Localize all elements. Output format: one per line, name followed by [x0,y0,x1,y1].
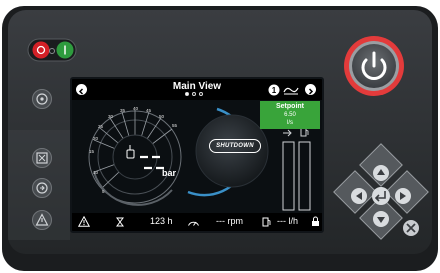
setpoint-box[interactable]: Setpoint 6.50 l/s [260,101,320,129]
hourglass-icon [116,217,124,227]
menu-button[interactable] [32,89,52,109]
page-dot [185,92,189,96]
level-bar-left [283,142,294,210]
fuel-icon [301,128,308,136]
warning-icon [35,213,49,227]
gauge-tick: 50 [159,114,165,119]
level-bar-right [299,142,310,210]
screen-header: Main View 1 [72,79,322,100]
alarm-icon[interactable] [78,216,90,227]
status-bar: 123 h --- rpm --- l/h [72,213,322,231]
fuel-rate: --- l/h [277,216,298,226]
lock-icon [311,216,320,227]
gauge-tick: 35 [120,108,126,113]
chevron-right-icon [305,86,316,97]
engine-rpm: --- rpm [216,216,243,226]
settings-icon [35,92,49,106]
page-dot [192,92,196,96]
next-page-button[interactable] [305,84,316,95]
setpoint-label: Setpoint [260,103,320,111]
reset-icon [35,151,49,165]
alarm-button[interactable] [32,210,52,230]
setpoint-value: 6.50 [260,111,320,119]
gauge-tick: 30 [108,114,114,119]
page-dot [199,92,203,96]
status-badge: SHUTDOWN [209,139,261,153]
page-indicator [185,92,203,96]
wave-icon [283,84,299,95]
pressure-gauge: 5 10 15 20 25 30 35 40 45 50 55 [89,106,181,205]
gauge-tick: 40 [133,106,139,111]
setpoint-unit: l/s [260,119,320,127]
mode-icon [35,181,49,195]
reset-button[interactable] [32,148,52,168]
mode-button[interactable] [32,178,52,198]
gauge-tick: 55 [172,123,178,128]
fuel-rate-icon [262,216,271,227]
gauge-tick: 20 [93,136,99,141]
engine-hours: 123 h [150,216,173,226]
gauge-tick: 15 [89,149,95,154]
stop-button[interactable] [33,42,50,59]
display-screen: Main View 1 [70,77,324,233]
gauge-tick: 45 [146,108,152,113]
pressure-unit: bar [162,168,176,178]
gauge-tick: 10 [93,170,99,175]
flow-icon [283,128,291,136]
svg-text:1: 1 [272,86,277,95]
gauge-tick: 25 [98,124,104,129]
tachometer-icon [187,217,200,227]
info-icon[interactable]: 1 [268,84,280,96]
